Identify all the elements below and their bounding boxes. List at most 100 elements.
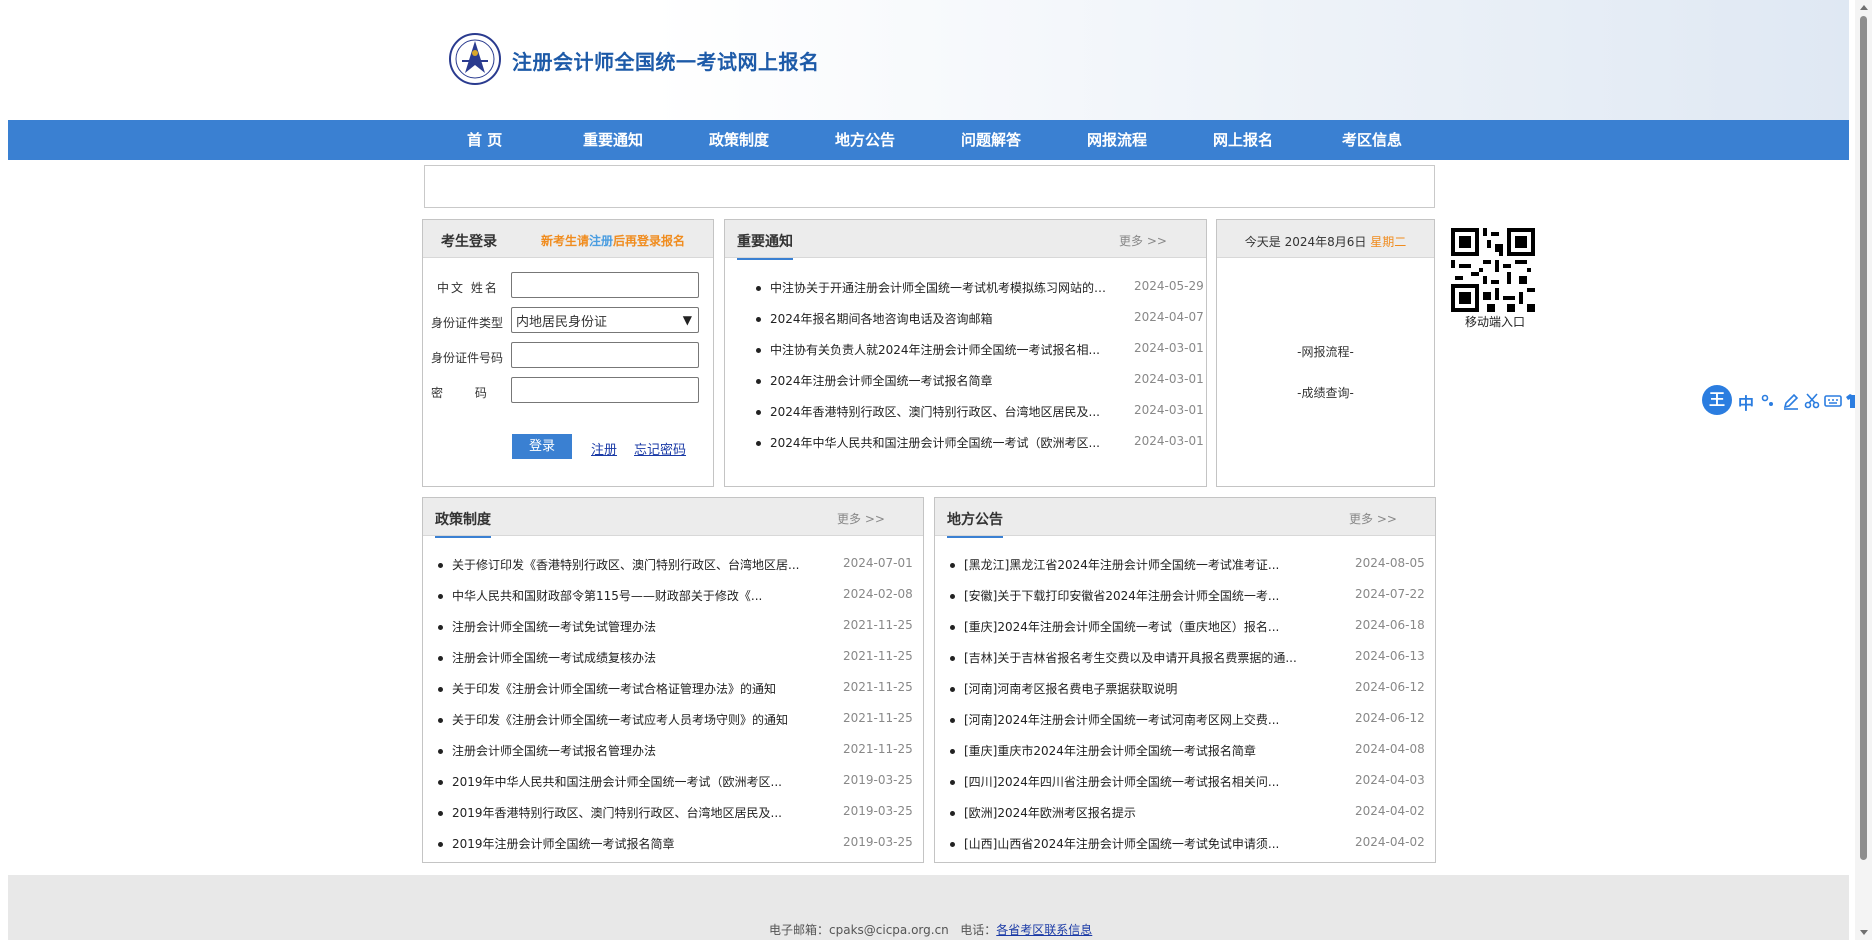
list-item[interactable]: 中注协有关负责人就2024年注册会计师全国统一考试报名相... 2024-03-0…	[756, 338, 1204, 369]
local-item-date: 2024-06-12	[1355, 711, 1425, 725]
list-item[interactable]: 注册会计师全国统一考试报名管理办法 2021-11-25	[438, 739, 918, 770]
policy-item-title[interactable]: 2019年注册会计师全国统一考试报名简章	[452, 835, 814, 852]
policy-item-title[interactable]: 注册会计师全国统一考试免试管理办法	[452, 618, 814, 635]
id-number-label: 身份证件号码	[431, 351, 504, 365]
notice-title[interactable]: 2024年报名期间各地咨询电话及咨询邮箱	[770, 310, 1114, 327]
policy-item-date: 2024-07-01	[843, 556, 913, 570]
local-more-link[interactable]: 更多 >>	[1349, 510, 1397, 527]
id-number-input[interactable]	[511, 342, 699, 368]
name-label: 中文 姓名	[437, 281, 499, 295]
nav-policy[interactable]: 政策制度	[709, 120, 769, 160]
nav-online-registration[interactable]: 网上报名	[1213, 120, 1273, 160]
list-item[interactable]: [黑龙江]黑龙江省2024年注册会计师全国统一考试准考证... 2024-08-0…	[950, 553, 1430, 584]
notices-more-link[interactable]: 更多 >>	[1119, 232, 1167, 249]
scroll-down-icon[interactable]	[1860, 930, 1868, 935]
login-panel: 考生登录 新考生请注册后再登录报名 中文 姓名 身份证件类型 内地居民身份证 ▼…	[422, 219, 714, 487]
register-link[interactable]: 注册	[591, 439, 617, 458]
banner-area	[424, 165, 1435, 208]
local-item-title[interactable]: [欧洲]2024年欧洲考区报名提示	[964, 804, 1326, 821]
nav-exam-areas[interactable]: 考区信息	[1342, 120, 1402, 160]
list-item[interactable]: [河南]河南考区报名费电子票据获取说明 2024-06-12	[950, 677, 1430, 708]
notice-date: 2024-05-29	[1134, 279, 1204, 293]
notice-title[interactable]: 2024年香港特别行政区、澳门特别行政区、台湾地区居民及...	[770, 403, 1114, 420]
local-item-title[interactable]: [山西]山西省2024年注册会计师全国统一考试免试申请须...	[964, 835, 1326, 852]
list-item[interactable]: 2024年中华人民共和国注册会计师全国统一考试（欧洲考区... 2024-03-0…	[756, 431, 1204, 462]
scrollbar-thumb[interactable]	[1860, 16, 1867, 860]
list-item[interactable]: [河南]2024年注册会计师全国统一考试河南考区网上交费... 2024-06-1…	[950, 708, 1430, 739]
list-item[interactable]: 2019年中华人民共和国注册会计师全国统一考试（欧洲考区... 2019-03-2…	[438, 770, 918, 801]
list-item[interactable]: 中注协关于开通注册会计师全国统一考试机考模拟练习网站的公... 2024-05-2…	[756, 276, 1204, 307]
local-item-title[interactable]: [河南]2024年注册会计师全国统一考试河南考区网上交费...	[964, 711, 1326, 728]
name-input[interactable]	[511, 272, 699, 298]
footer-phone-label: 电话：	[960, 923, 997, 937]
nav-faq[interactable]: 问题解答	[961, 120, 1021, 160]
list-item[interactable]: [重庆]2024年注册会计师全国统一考试（重庆地区）报名... 2024-06-1…	[950, 615, 1430, 646]
page-scrollbar[interactable]	[1855, 0, 1872, 940]
ime-mode-toggle[interactable]: 中	[1738, 390, 1754, 414]
list-item[interactable]: [四川]2024年四川省注册会计师全国统一考试报名相关问... 2024-04-0…	[950, 770, 1430, 801]
notice-title[interactable]: 2024年注册会计师全国统一考试报名简章	[770, 372, 1114, 389]
list-item[interactable]: 注册会计师全国统一考试免试管理办法 2021-11-25	[438, 615, 918, 646]
notice-title[interactable]: 2024年中华人民共和国注册会计师全国统一考试（欧洲考区...	[770, 434, 1114, 451]
list-item[interactable]: 关于修订印发《香港特别行政区、澳门特别行政区、台湾地区居... 2024-07-0…	[438, 553, 918, 584]
id-type-select[interactable]: 内地居民身份证 ▼	[511, 307, 699, 333]
list-item[interactable]: 2019年注册会计师全国统一考试报名简章 2019-03-25	[438, 832, 918, 863]
notices-list: 中注协关于开通注册会计师全国统一考试机考模拟练习网站的公... 2024-05-2…	[756, 276, 1204, 462]
local-item-title[interactable]: [四川]2024年四川省注册会计师全国统一考试报名相关问...	[964, 773, 1326, 790]
list-item[interactable]: [山西]山西省2024年注册会计师全国统一考试免试申请须... 2024-04-0…	[950, 832, 1430, 863]
policy-item-title[interactable]: 注册会计师全国统一考试报名管理办法	[452, 742, 814, 759]
score-query-link[interactable]: -成绩查询-	[1217, 384, 1434, 401]
policy-item-title[interactable]: 关于印发《注册会计师全国统一考试合格证管理办法》的通知	[452, 680, 814, 697]
policy-item-title[interactable]: 2019年中华人民共和国注册会计师全国统一考试（欧洲考区...	[452, 773, 814, 790]
list-item[interactable]: [欧洲]2024年欧洲考区报名提示 2024-04-02	[950, 801, 1430, 832]
notice-title[interactable]: 中注协有关负责人就2024年注册会计师全国统一考试报名相...	[770, 341, 1114, 358]
policy-item-title[interactable]: 关于印发《注册会计师全国统一考试应考人员考场守则》的通知	[452, 711, 814, 728]
bullet-icon	[950, 687, 955, 692]
nav-process[interactable]: 网报流程	[1087, 120, 1147, 160]
local-item-title[interactable]: [黑龙江]黑龙江省2024年注册会计师全国统一考试准考证...	[964, 556, 1326, 573]
password-input[interactable]	[511, 377, 699, 403]
policy-item-title[interactable]: 注册会计师全国统一考试成绩复核办法	[452, 649, 814, 666]
punctuation-icon[interactable]	[1760, 392, 1778, 410]
list-item[interactable]: [吉林]关于吉林省报名考生交费以及申请开具报名费票据的通... 2024-06-1…	[950, 646, 1430, 677]
forgot-password-link[interactable]: 忘记密码	[634, 439, 686, 458]
policy-item-title[interactable]: 关于修订印发《香港特别行政区、澳门特别行政区、台湾地区居...	[452, 556, 814, 573]
list-item[interactable]: 关于印发《注册会计师全国统一考试合格证管理办法》的通知 2021-11-25	[438, 677, 918, 708]
notice-date: 2024-03-01	[1134, 341, 1204, 355]
list-item[interactable]: 注册会计师全国统一考试成绩复核办法 2021-11-25	[438, 646, 918, 677]
list-item[interactable]: [安徽]关于下载打印安徽省2024年注册会计师全国统一考... 2024-07-2…	[950, 584, 1430, 615]
policy-item-title[interactable]: 2019年香港特别行政区、澳门特别行政区、台湾地区居民及...	[452, 804, 814, 821]
local-item-title[interactable]: [安徽]关于下载打印安徽省2024年注册会计师全国统一考...	[964, 587, 1326, 604]
bullet-icon	[950, 563, 955, 568]
scroll-up-icon[interactable]	[1860, 5, 1868, 10]
local-item-title[interactable]: [重庆]重庆市2024年注册会计师全国统一考试报名简章	[964, 742, 1326, 759]
nav-home[interactable]: 首 页	[467, 120, 502, 160]
list-item[interactable]: [重庆]重庆市2024年注册会计师全国统一考试报名简章 2024-04-08	[950, 739, 1430, 770]
keyboard-icon[interactable]	[1824, 392, 1842, 410]
nav-notices[interactable]: 重要通知	[583, 120, 643, 160]
notice-title[interactable]: 中注协关于开通注册会计师全国统一考试机考模拟练习网站的公...	[770, 279, 1114, 296]
notice-date: 2024-04-07	[1134, 310, 1204, 324]
policy-more-link[interactable]: 更多 >>	[837, 510, 885, 527]
pen-icon[interactable]	[1782, 392, 1800, 410]
list-item[interactable]: 关于印发《注册会计师全国统一考试应考人员考场守则》的通知 2021-11-25	[438, 708, 918, 739]
ime-logo-icon[interactable]: 王	[1702, 385, 1732, 415]
local-item-title[interactable]: [吉林]关于吉林省报名考生交费以及申请开具报名费票据的通...	[964, 649, 1326, 666]
policy-item-date: 2024-02-08	[843, 587, 913, 601]
footer-contacts-link[interactable]: 各省考区联系信息	[996, 923, 1092, 937]
local-item-title[interactable]: [重庆]2024年注册会计师全国统一考试（重庆地区）报名...	[964, 618, 1326, 635]
local-item-title[interactable]: [河南]河南考区报名费电子票据获取说明	[964, 680, 1326, 697]
scissors-icon[interactable]	[1803, 392, 1821, 410]
list-item[interactable]: 2024年香港特别行政区、澳门特别行政区、台湾地区居民及... 2024-03-0…	[756, 400, 1204, 431]
register-tip-link[interactable]: 注册	[589, 234, 613, 248]
nav-local-announcements[interactable]: 地方公告	[835, 120, 895, 160]
list-item[interactable]: 2024年注册会计师全国统一考试报名简章 2024-03-01	[756, 369, 1204, 400]
policy-item-title[interactable]: 中华人民共和国财政部令第115号——财政部关于修改《...	[452, 587, 814, 604]
qr-code-icon[interactable]	[1451, 228, 1535, 312]
login-button[interactable]: 登录	[512, 434, 572, 459]
list-item[interactable]: 2024年报名期间各地咨询电话及咨询邮箱 2024-04-07	[756, 307, 1204, 338]
list-item[interactable]: 中华人民共和国财政部令第115号——财政部关于修改《... 2024-02-08	[438, 584, 918, 615]
list-item[interactable]: 2019年香港特别行政区、澳门特别行政区、台湾地区居民及... 2019-03-2…	[438, 801, 918, 832]
bullet-icon	[950, 811, 955, 816]
process-link[interactable]: -网报流程-	[1217, 343, 1434, 360]
